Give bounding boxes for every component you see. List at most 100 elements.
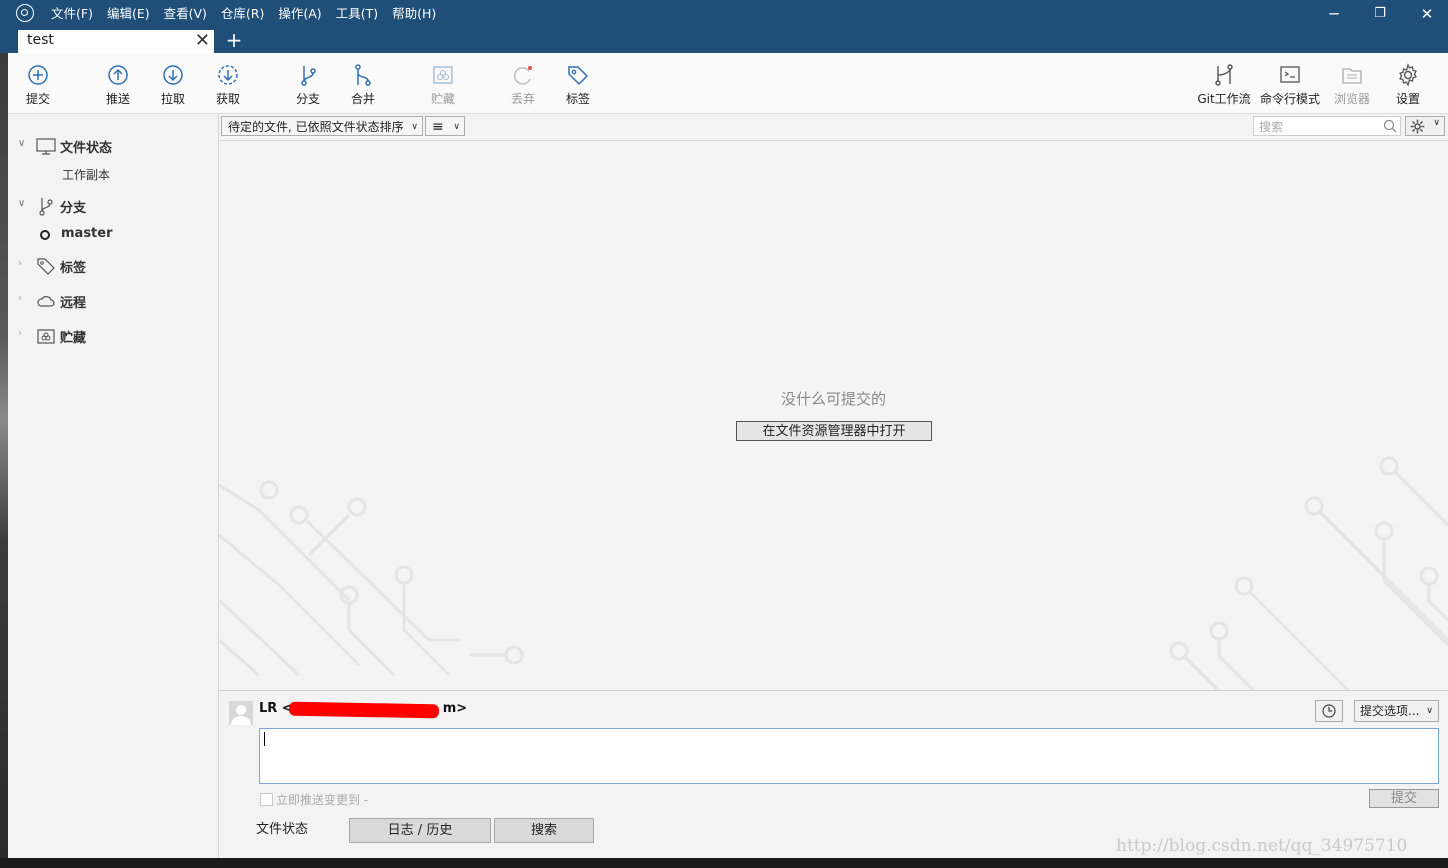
repo-tab-label: test <box>27 32 54 48</box>
chevron-down-icon[interactable]: ∨ <box>18 138 25 149</box>
sidebar-branches-label: 分支 <box>60 201 87 216</box>
gear-icon <box>1399 63 1417 87</box>
commit-history-button[interactable] <box>1315 700 1343 722</box>
commit-message-input[interactable] <box>259 728 1439 784</box>
search-icon <box>1383 119 1397 133</box>
menu-view[interactable]: 查看(V) <box>157 0 214 28</box>
tag-button[interactable]: 标签 <box>558 53 598 113</box>
repo-tab-test[interactable]: test ✕ <box>18 30 214 53</box>
pull-button[interactable]: 拉取 <box>153 53 193 113</box>
chevron-down-icon: ∨ <box>1433 118 1440 128</box>
sidebar-master-label: master <box>61 226 113 241</box>
sidebar-section-tags[interactable]: › 标签 <box>8 255 218 277</box>
fetch-label: 获取 <box>215 92 240 106</box>
gitflow-label: Git工作流 <box>1197 92 1251 106</box>
redacted-email <box>288 701 440 719</box>
search-placeholder: 搜索 <box>1259 120 1284 134</box>
circuit-pattern-left <box>219 480 524 677</box>
gitflow-icon <box>1215 64 1233 86</box>
nothing-to-commit-message: 没什么可提交的 <box>780 390 886 408</box>
close-tab-icon[interactable]: ✕ <box>195 30 210 52</box>
menu-tools[interactable]: 工具(T) <box>329 0 385 28</box>
commit-options-dropdown[interactable]: 提交选项... ∨ <box>1354 700 1439 722</box>
filter-settings-button[interactable]: ∨ <box>1405 116 1445 136</box>
title-bar: 文件(F) 编辑(E) 查看(V) 仓库(R) 操作(A) 工具(T) 帮助(H… <box>0 0 1448 28</box>
new-tab-button[interactable]: + <box>224 28 244 53</box>
open-in-explorer-button[interactable]: 在文件资源管理器中打开 <box>736 421 932 441</box>
tab-file-status[interactable]: 文件状态 <box>229 818 335 843</box>
cloud-icon <box>37 296 55 307</box>
menu-file[interactable]: 文件(F) <box>44 0 100 28</box>
menu-edit[interactable]: 编辑(E) <box>100 0 157 28</box>
chevron-down-icon: ∨ <box>411 122 418 132</box>
file-sort-dropdown[interactable]: 待定的文件, 已依照文件状态排序 ∨ <box>221 116 423 136</box>
commit-panel: LR < m> 提交选项... ∨ 立即推送变更到 - 提交 <box>219 691 1448 817</box>
sidebar-tags-label: 标签 <box>60 261 87 276</box>
submit-commit-button[interactable]: 提交 <box>1369 789 1439 808</box>
pending-files-area: 没什么可提交的 在文件资源管理器中打开 <box>219 141 1448 691</box>
chevron-right-icon[interactable]: › <box>18 258 22 269</box>
chevron-down-icon[interactable]: ∨ <box>18 198 25 209</box>
fetch-icon <box>218 65 238 85</box>
settings-button[interactable]: 设置 <box>1388 53 1428 113</box>
branch-button[interactable]: 分支 <box>288 53 328 113</box>
sidebar-working-copy-label: 工作副本 <box>62 168 111 182</box>
terminal-icon <box>1280 66 1300 83</box>
commit-button[interactable]: 提交 <box>18 53 58 113</box>
commit-options-label: 提交选项... <box>1360 704 1420 718</box>
menu-bar: 文件(F) 编辑(E) 查看(V) 仓库(R) 操作(A) 工具(T) 帮助(H… <box>44 0 443 28</box>
discard-icon <box>513 66 532 85</box>
search-input[interactable]: 搜索 <box>1253 116 1401 136</box>
tab-search[interactable]: 搜索 <box>494 818 594 843</box>
restore-button[interactable]: ❐ <box>1360 0 1400 28</box>
commit-icon <box>28 65 48 85</box>
gitflow-button[interactable]: Git工作流 <box>1194 53 1254 113</box>
minimize-button[interactable]: ─ <box>1314 0 1354 28</box>
sidebar-section-branches[interactable]: ∨ 分支 <box>8 195 218 217</box>
sidebar-item-working-copy[interactable]: 工作副本 <box>8 164 218 186</box>
menu-actions[interactable]: 操作(A) <box>271 0 328 28</box>
terminal-button[interactable]: 命令行模式 <box>1258 53 1322 113</box>
stash-icon <box>433 66 453 84</box>
tag-label: 标签 <box>565 92 590 106</box>
current-branch-icon <box>40 230 50 240</box>
chevron-right-icon[interactable]: › <box>18 328 22 339</box>
app-logo-icon <box>16 4 34 22</box>
push-immediately-checkbox[interactable] <box>260 793 273 806</box>
merge-button[interactable]: 合并 <box>343 53 383 113</box>
folder-icon <box>1342 68 1362 84</box>
push-button[interactable]: 推送 <box>98 53 138 113</box>
sidebar-section-stashes[interactable]: › 贮藏 <box>8 325 218 347</box>
explorer-label: 浏览器 <box>1333 92 1370 106</box>
menu-repository[interactable]: 仓库(R) <box>214 0 271 28</box>
menu-help[interactable]: 帮助(H) <box>385 0 443 28</box>
file-sort-label: 待定的文件, 已依照文件状态排序 <box>228 120 404 134</box>
avatar <box>229 701 253 725</box>
sidebar: ∨ 文件状态 工作副本 ∨ 分支 master › 标签 › 远程 › 贮藏 <box>8 114 219 858</box>
fetch-button[interactable]: 获取 <box>208 53 248 113</box>
sidebar-section-remotes[interactable]: › 远程 <box>8 290 218 312</box>
commit-label: 提交 <box>25 92 50 106</box>
pull-label: 拉取 <box>160 92 185 106</box>
push-icon <box>108 65 128 85</box>
explorer-button[interactable]: 浏览器 <box>1330 53 1374 113</box>
close-window-button[interactable]: ✕ <box>1407 0 1447 28</box>
push-label: 推送 <box>105 92 130 106</box>
tag-icon <box>37 258 55 275</box>
view-mode-dropdown[interactable]: ≡ ∨ <box>425 116 465 136</box>
pull-icon <box>163 65 183 85</box>
stash-label: 贮藏 <box>430 92 455 106</box>
settings-label: 设置 <box>1395 92 1420 106</box>
terminal-label: 命令行模式 <box>1259 92 1320 106</box>
discard-button[interactable]: 丢弃 <box>503 53 543 113</box>
stash-icon <box>37 329 55 344</box>
branch-icon <box>39 198 53 216</box>
sidebar-remotes-label: 远程 <box>60 296 87 311</box>
stash-button[interactable]: 贮藏 <box>423 53 463 113</box>
sidebar-item-master[interactable]: master <box>8 224 218 246</box>
sourcetree-window: 文件(F) 编辑(E) 查看(V) 仓库(R) 操作(A) 工具(T) 帮助(H… <box>0 0 1448 858</box>
sidebar-section-file-status[interactable]: ∨ 文件状态 <box>8 135 218 157</box>
chevron-down-icon: ∨ <box>453 122 460 132</box>
chevron-right-icon[interactable]: › <box>18 293 22 304</box>
tab-log-history[interactable]: 日志 / 历史 <box>349 818 491 843</box>
